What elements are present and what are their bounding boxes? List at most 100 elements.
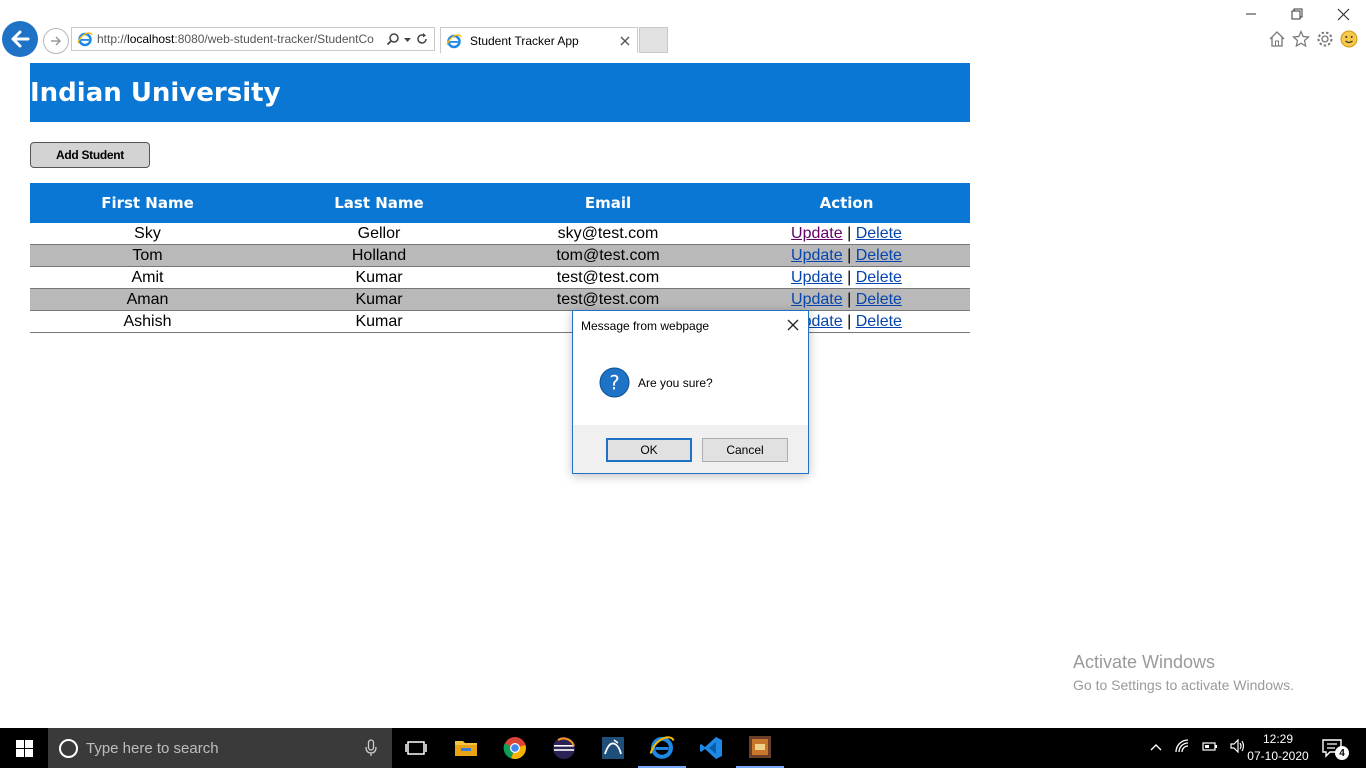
address-bar[interactable]: http://localhost:8080/web-student-tracke… bbox=[71, 27, 435, 51]
close-dialog-icon[interactable] bbox=[786, 318, 800, 332]
table-row: Amit Kumar test@test.com Update | Delete bbox=[30, 266, 970, 289]
tab-student-tracker[interactable]: Student Tracker App bbox=[440, 27, 638, 53]
last-name-cell: Holland bbox=[265, 244, 493, 267]
taskbar: Type here to search 12:29 07-10-2020 4 bbox=[0, 728, 1366, 768]
first-name-cell: Amit bbox=[30, 266, 265, 289]
delete-link[interactable]: Delete bbox=[856, 313, 902, 330]
tab-title: Student Tracker App bbox=[470, 33, 579, 48]
action-cell: Update | Delete bbox=[723, 244, 970, 267]
microphone-icon[interactable] bbox=[364, 739, 378, 757]
first-name-cell: Aman bbox=[30, 288, 265, 311]
home-icon[interactable] bbox=[1268, 30, 1286, 48]
add-student-button[interactable]: Add Student bbox=[30, 142, 150, 168]
arrow-left-icon bbox=[11, 30, 30, 48]
back-button[interactable] bbox=[2, 21, 38, 57]
start-button[interactable] bbox=[0, 728, 48, 768]
restore-icon[interactable] bbox=[1288, 6, 1306, 22]
action-cell: Update | Delete bbox=[723, 266, 970, 289]
last-name-cell: Kumar bbox=[265, 266, 493, 289]
volume-icon[interactable] bbox=[1230, 738, 1246, 758]
chrome-icon[interactable] bbox=[491, 728, 539, 768]
forward-button[interactable] bbox=[43, 28, 69, 54]
network-icon[interactable] bbox=[1174, 738, 1190, 759]
delete-link[interactable]: Delete bbox=[856, 225, 902, 242]
notification-count-badge: 4 bbox=[1335, 746, 1349, 760]
email-cell: sky@test.com bbox=[493, 223, 723, 245]
first-name-cell: Tom bbox=[30, 244, 265, 267]
delete-link[interactable]: Delete bbox=[856, 269, 902, 286]
update-link[interactable]: Update bbox=[791, 269, 843, 286]
task-view-icon[interactable] bbox=[392, 728, 440, 768]
favorites-star-icon[interactable] bbox=[1292, 30, 1310, 48]
url-text: http://localhost:8080/web-student-tracke… bbox=[97, 32, 374, 46]
dialog-message: Are you sure? bbox=[638, 376, 713, 390]
battery-icon[interactable] bbox=[1202, 739, 1218, 758]
activate-windows-title: Activate Windows bbox=[1073, 652, 1216, 672]
chevron-up-icon[interactable] bbox=[1150, 739, 1162, 757]
dialog-footer: OK Cancel bbox=[573, 425, 808, 473]
cancel-button[interactable]: Cancel bbox=[702, 438, 788, 462]
first-name-cell: Ashish bbox=[30, 310, 265, 333]
search-icon bbox=[59, 738, 78, 758]
question-icon: ? bbox=[599, 367, 630, 398]
table-row: Aman Kumar test@test.com Update | Delete bbox=[30, 288, 970, 311]
file-explorer-icon[interactable] bbox=[442, 728, 490, 768]
last-name-cell: Kumar bbox=[265, 288, 493, 311]
last-name-cell: Gellor bbox=[265, 223, 493, 245]
update-link[interactable]: Update bbox=[791, 247, 843, 264]
search-placeholder: Type here to search bbox=[86, 739, 219, 757]
refresh-icon[interactable] bbox=[415, 32, 429, 46]
first-name-cell: Sky bbox=[30, 223, 265, 245]
new-tab-button[interactable] bbox=[639, 27, 668, 53]
taskbar-clock[interactable]: 12:29 07-10-2020 bbox=[1246, 731, 1310, 765]
dialog-title: Message from webpage bbox=[581, 319, 710, 333]
mysql-workbench-icon[interactable] bbox=[589, 728, 637, 768]
close-tab-icon[interactable] bbox=[619, 35, 631, 47]
windows-logo-icon bbox=[15, 739, 33, 757]
page-title: Indian University bbox=[30, 77, 281, 108]
email-cell: tom@test.com bbox=[493, 244, 723, 267]
ok-button[interactable]: OK bbox=[606, 438, 692, 462]
app-icon[interactable] bbox=[736, 728, 784, 768]
delete-link[interactable]: Delete bbox=[856, 291, 902, 308]
arrow-right-icon bbox=[51, 36, 62, 46]
action-separator: | bbox=[847, 268, 852, 286]
students-table: First Name Last Name Email Action Sky Ge… bbox=[30, 183, 970, 333]
action-cell: Update | Delete bbox=[723, 288, 970, 311]
update-link[interactable]: Update bbox=[791, 225, 843, 242]
activate-windows-subtitle: Go to Settings to activate Windows. bbox=[1073, 677, 1294, 693]
delete-link[interactable]: Delete bbox=[856, 247, 902, 264]
column-header-action: Action bbox=[723, 183, 970, 223]
action-separator: | bbox=[847, 246, 852, 264]
browser-chrome: http://localhost:8080/web-student-tracke… bbox=[0, 0, 1366, 58]
search-icon[interactable] bbox=[386, 32, 400, 46]
last-name-cell: Kumar bbox=[265, 310, 493, 333]
email-cell: test@test.com bbox=[493, 288, 723, 311]
action-separator: | bbox=[847, 312, 852, 330]
eclipse-icon[interactable] bbox=[540, 728, 588, 768]
table-row: Ashish Kumar ab Update | Delete bbox=[30, 310, 970, 333]
update-link[interactable]: Update bbox=[791, 291, 843, 308]
clock-time: 12:29 bbox=[1262, 732, 1294, 746]
taskbar-search-box[interactable]: Type here to search bbox=[48, 728, 392, 768]
system-tray bbox=[1150, 728, 1246, 768]
ie-favicon-icon bbox=[77, 32, 93, 47]
svg-text:?: ? bbox=[609, 371, 619, 394]
confirm-dialog: Message from webpage ? Are you sure? OK … bbox=[572, 310, 809, 474]
page-header: Indian University bbox=[30, 63, 970, 122]
internet-explorer-icon[interactable] bbox=[638, 728, 686, 768]
action-separator: | bbox=[847, 224, 852, 242]
email-cell: test@test.com bbox=[493, 266, 723, 289]
table-row: Tom Holland tom@test.com Update | Delete bbox=[30, 244, 970, 267]
vscode-icon[interactable] bbox=[687, 728, 735, 768]
column-header-email: Email bbox=[493, 183, 723, 223]
table-row: Sky Gellor sky@test.com Update | Delete bbox=[30, 223, 970, 245]
dropdown-chevron-icon[interactable] bbox=[403, 35, 412, 44]
column-header-first-name: First Name bbox=[30, 183, 265, 223]
smiley-feedback-icon[interactable] bbox=[1340, 30, 1358, 48]
close-window-icon[interactable] bbox=[1334, 6, 1352, 22]
settings-gear-icon[interactable] bbox=[1316, 30, 1334, 48]
minimize-icon[interactable] bbox=[1242, 6, 1260, 22]
column-header-last-name: Last Name bbox=[265, 183, 493, 223]
table-header-row: First Name Last Name Email Action bbox=[30, 183, 970, 223]
